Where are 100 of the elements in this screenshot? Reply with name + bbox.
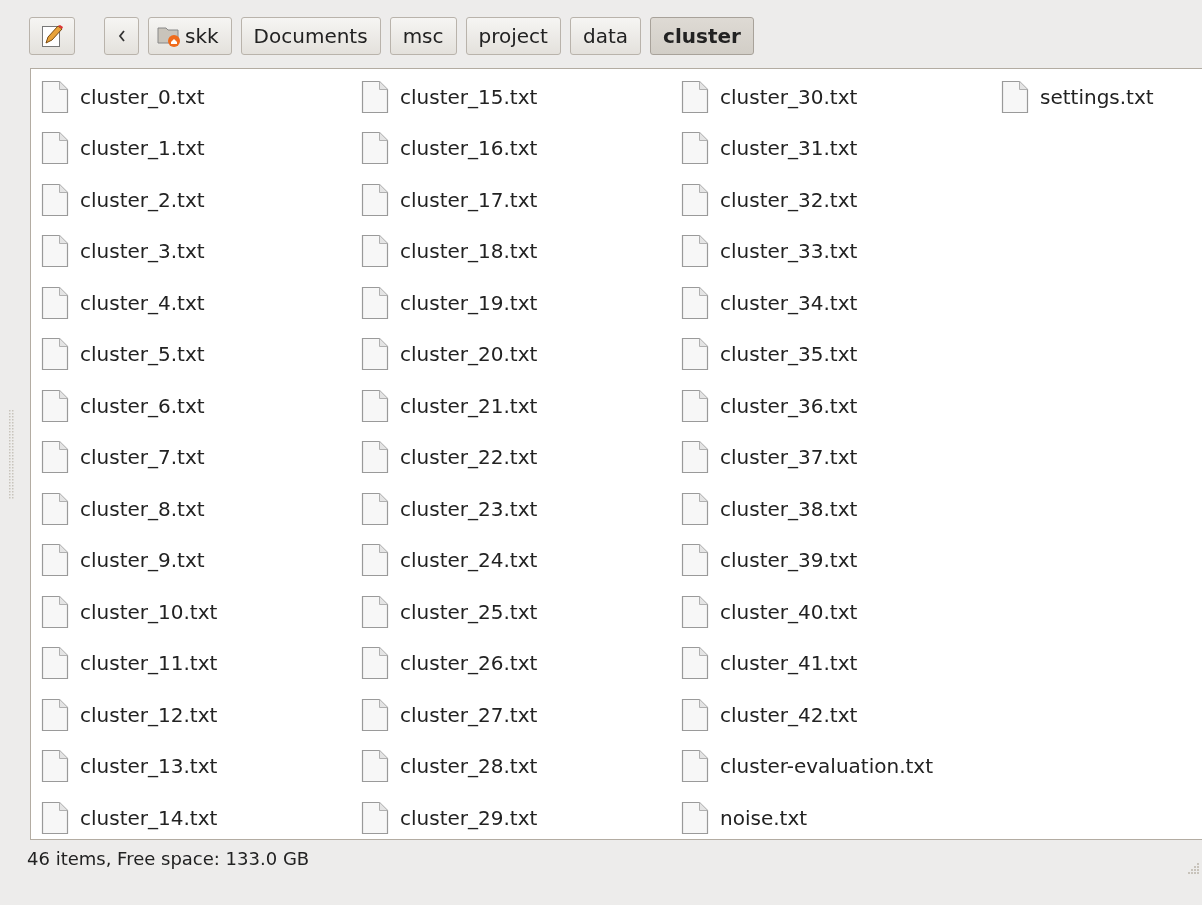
file-name[interactable]: cluster_23.txt xyxy=(400,496,538,521)
file-name[interactable]: cluster_21.txt xyxy=(400,393,538,418)
edit-button[interactable] xyxy=(29,16,75,55)
file-name[interactable]: cluster_36.txt xyxy=(720,393,858,418)
document-icon xyxy=(680,233,710,270)
path-button[interactable]: data xyxy=(569,16,642,55)
file-name[interactable]: settings.txt xyxy=(1040,84,1154,109)
document-icon xyxy=(360,748,390,785)
file-name[interactable]: cluster_16.txt xyxy=(400,136,538,161)
file-name[interactable]: cluster_12.txt xyxy=(80,702,218,727)
resize-grip-icon[interactable] xyxy=(1186,861,1200,875)
file-name[interactable]: cluster_20.txt xyxy=(400,342,538,367)
file-name[interactable]: cluster_18.txt xyxy=(400,239,538,264)
document-icon xyxy=(680,284,710,321)
document-icon xyxy=(680,799,710,836)
document-icon xyxy=(360,490,390,527)
document-icon xyxy=(40,748,70,785)
file-name[interactable]: cluster_11.txt xyxy=(80,651,218,676)
pencil-icon xyxy=(41,23,63,48)
path-button[interactable]: msc xyxy=(389,16,457,55)
file-name[interactable]: cluster_40.txt xyxy=(720,599,858,624)
document-icon xyxy=(360,645,390,682)
document-icon xyxy=(680,542,710,579)
document-icon xyxy=(360,593,390,630)
document-icon xyxy=(40,130,70,167)
file-name[interactable]: cluster_39.txt xyxy=(720,548,858,573)
file-name[interactable]: cluster_33.txt xyxy=(720,239,858,264)
document-icon xyxy=(680,490,710,527)
document-icon xyxy=(40,490,70,527)
document-icon xyxy=(40,593,70,630)
file-name[interactable]: cluster_4.txt xyxy=(80,290,205,315)
document-icon xyxy=(1000,78,1030,115)
file-name[interactable]: cluster_25.txt xyxy=(400,599,538,624)
document-icon xyxy=(680,439,710,476)
file-name[interactable]: cluster_29.txt xyxy=(400,805,538,830)
home-folder-icon xyxy=(157,24,181,47)
file-name[interactable]: cluster_1.txt xyxy=(80,136,205,161)
document-icon xyxy=(40,387,70,424)
path-button[interactable]: skk xyxy=(148,16,232,55)
file-name[interactable]: cluster_2.txt xyxy=(80,187,205,212)
file-name[interactable]: cluster_19.txt xyxy=(400,290,538,315)
file-name[interactable]: cluster_3.txt xyxy=(80,239,205,264)
document-icon xyxy=(680,696,710,733)
file-name[interactable]: cluster_0.txt xyxy=(80,84,205,109)
document-icon xyxy=(40,336,70,373)
pane-grip-icon[interactable] xyxy=(9,410,15,500)
file-name[interactable]: cluster_42.txt xyxy=(720,702,858,727)
file-name[interactable]: cluster_27.txt xyxy=(400,702,538,727)
file-name[interactable]: cluster_35.txt xyxy=(720,342,858,367)
file-name[interactable]: cluster_9.txt xyxy=(80,548,205,573)
back-button[interactable] xyxy=(104,16,139,55)
document-icon xyxy=(360,439,390,476)
file-name[interactable]: cluster_15.txt xyxy=(400,84,538,109)
file-name[interactable]: cluster_41.txt xyxy=(720,651,858,676)
document-icon xyxy=(40,284,70,321)
document-icon xyxy=(40,233,70,270)
document-icon xyxy=(680,593,710,630)
file-name[interactable]: cluster_26.txt xyxy=(400,651,538,676)
file-name[interactable]: cluster_24.txt xyxy=(400,548,538,573)
document-icon xyxy=(360,696,390,733)
file-name[interactable]: cluster_6.txt xyxy=(80,393,205,418)
file-name[interactable]: cluster_10.txt xyxy=(80,599,218,624)
file-name[interactable]: cluster_34.txt xyxy=(720,290,858,315)
document-icon xyxy=(680,181,710,218)
file-name[interactable]: cluster_8.txt xyxy=(80,496,205,521)
file-name[interactable]: cluster_37.txt xyxy=(720,445,858,470)
document-icon xyxy=(40,645,70,682)
document-icon xyxy=(680,78,710,115)
file-name[interactable]: cluster-evaluation.txt xyxy=(720,754,934,779)
document-icon xyxy=(360,78,390,115)
file-name[interactable]: cluster_31.txt xyxy=(720,136,858,161)
file-name[interactable]: cluster_30.txt xyxy=(720,84,858,109)
document-icon xyxy=(680,387,710,424)
document-icon xyxy=(680,645,710,682)
document-icon xyxy=(680,130,710,167)
file-name[interactable]: cluster_7.txt xyxy=(80,445,205,470)
path-button[interactable]: project xyxy=(465,16,561,55)
document-icon xyxy=(360,284,390,321)
document-icon xyxy=(360,233,390,270)
document-icon xyxy=(360,130,390,167)
file-name[interactable]: cluster_13.txt xyxy=(80,754,218,779)
document-icon xyxy=(40,181,70,218)
file-name[interactable]: cluster_32.txt xyxy=(720,187,858,212)
document-icon xyxy=(40,542,70,579)
file-name[interactable]: cluster_14.txt xyxy=(80,805,218,830)
file-name[interactable]: noise.txt xyxy=(720,805,808,830)
path-button[interactable]: cluster xyxy=(650,16,754,55)
document-icon xyxy=(360,387,390,424)
chevron-left-icon xyxy=(117,29,126,42)
document-icon xyxy=(680,336,710,373)
file-name[interactable]: cluster_38.txt xyxy=(720,496,858,521)
file-name[interactable]: cluster_5.txt xyxy=(80,342,205,367)
file-name[interactable]: cluster_22.txt xyxy=(400,445,538,470)
document-icon xyxy=(40,696,70,733)
path-button[interactable]: Documents xyxy=(240,16,381,55)
file-name[interactable]: cluster_28.txt xyxy=(400,754,538,779)
document-icon xyxy=(40,799,70,836)
status-text: 46 items, Free space: 133.0 GB xyxy=(27,848,310,869)
file-name[interactable]: cluster_17.txt xyxy=(400,187,538,212)
document-icon xyxy=(360,181,390,218)
